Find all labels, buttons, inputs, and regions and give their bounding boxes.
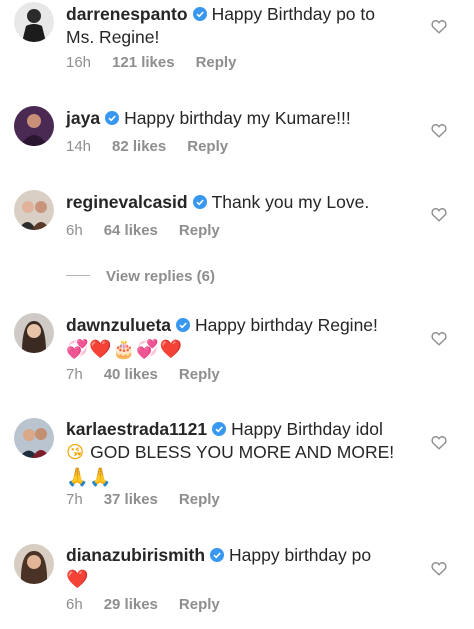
reply-button[interactable]: Reply — [187, 138, 228, 155]
likes-count[interactable]: 121 likes — [112, 54, 175, 71]
comment-meta: 7h 37 likes Reply — [66, 491, 241, 508]
comment-meta: 6h 29 likes Reply — [66, 596, 241, 613]
username-link[interactable]: dianazubirismith — [66, 545, 205, 565]
heart-outline-icon[interactable] — [431, 207, 447, 222]
emoji: 💞 — [66, 339, 89, 360]
username-link[interactable]: reginevalcasid — [66, 192, 188, 212]
comment-body: Happy Birthday po to — [211, 4, 375, 24]
comment-meta: 14h 82 likes Reply — [66, 138, 249, 155]
verified-badge-icon — [192, 7, 207, 21]
emoji: 😘 — [66, 443, 85, 463]
verified-badge-icon — [176, 318, 191, 332]
likes-count[interactable]: 37 likes — [104, 491, 158, 508]
heart-outline-icon[interactable] — [431, 123, 447, 138]
verified-badge-icon — [105, 111, 120, 125]
comment-body: Happy birthday my Kumare!!! — [124, 108, 351, 128]
heart-outline-icon[interactable] — [431, 561, 447, 576]
emoji: ❤️ — [89, 339, 112, 360]
comment-body: Happy birthday Regine! — [195, 315, 378, 335]
comment-text: dawnzulueta Happy birthday Regine! 💞❤️🎂💞❤… — [66, 314, 416, 362]
emoji: 🙏 — [89, 467, 112, 488]
comment-text: darrenespanto Happy Birthday po to Ms. Re… — [66, 3, 416, 49]
divider-line — [66, 275, 90, 276]
verified-badge-icon — [192, 195, 207, 209]
likes-count[interactable]: 64 likes — [104, 222, 158, 239]
comment-text: reginevalcasid Thank you my Love. — [66, 191, 416, 214]
comment-body: Happy birthday po — [229, 545, 372, 565]
emoji: 🙏 — [66, 467, 89, 488]
comment-time: 14h — [66, 138, 92, 155]
emoji-row: 💞❤️🎂💞❤️ — [66, 337, 416, 362]
emoji: ❤️ — [66, 569, 89, 590]
view-replies-label[interactable]: View replies (6) — [106, 268, 215, 285]
comment-body-line2: Ms. Regine! — [66, 27, 160, 47]
avatar[interactable] — [14, 2, 54, 42]
reply-button[interactable]: Reply — [179, 222, 220, 239]
comment-body-line2: 😘 GOD BLESS YOU MORE AND MORE! — [66, 441, 416, 465]
comment-body: GOD BLESS YOU MORE AND MORE! — [90, 442, 395, 462]
avatar[interactable] — [14, 313, 54, 353]
heart-outline-icon[interactable] — [431, 331, 447, 346]
verified-badge-icon — [210, 548, 225, 562]
comment-meta: 6h 64 likes Reply — [66, 222, 241, 239]
emoji: ❤️ — [159, 339, 183, 360]
username-link[interactable]: darrenespanto — [66, 4, 188, 24]
username-link[interactable]: jaya — [66, 108, 100, 128]
comment-text: jaya Happy birthday my Kumare!!! — [66, 107, 416, 130]
username-link[interactable]: dawnzulueta — [66, 315, 171, 335]
heart-outline-icon[interactable] — [431, 435, 447, 450]
comment-text: karlaestrada1121 Happy Birthday idol 😘 GO… — [66, 418, 416, 490]
avatar[interactable] — [14, 190, 54, 230]
reply-button[interactable]: Reply — [179, 491, 220, 508]
heart-outline-icon[interactable] — [431, 19, 447, 34]
avatar[interactable] — [14, 106, 54, 146]
likes-count[interactable]: 29 likes — [104, 596, 158, 613]
comment-body: Happy Birthday idol — [231, 419, 383, 439]
avatar[interactable] — [14, 544, 54, 584]
comment-meta: 16h 121 likes Reply — [66, 54, 257, 71]
reply-button[interactable]: Reply — [179, 596, 220, 613]
likes-count[interactable]: 82 likes — [112, 138, 166, 155]
username-link[interactable]: karlaestrada1121 — [66, 419, 207, 439]
emoji-row: ❤️ — [66, 567, 416, 592]
comment-time: 7h — [66, 366, 83, 383]
comment-time: 16h — [66, 54, 92, 71]
likes-count[interactable]: 40 likes — [104, 366, 158, 383]
view-replies-button[interactable]: View replies (6) — [66, 268, 215, 285]
emoji-row: 🙏🙏 — [66, 465, 416, 490]
comment-body: Thank you my Love. — [211, 192, 370, 212]
verified-badge-icon — [212, 422, 227, 436]
avatar[interactable] — [14, 418, 54, 458]
emoji: 🎂 — [112, 339, 136, 360]
reply-button[interactable]: Reply — [179, 366, 220, 383]
comment-text: dianazubirismith Happy birthday po ❤️ — [66, 544, 416, 592]
comment-time: 6h — [66, 596, 83, 613]
comment-time: 7h — [66, 491, 83, 508]
comment-time: 6h — [66, 222, 83, 239]
reply-button[interactable]: Reply — [196, 54, 237, 71]
comment-meta: 7h 40 likes Reply — [66, 366, 241, 383]
emoji: 💞 — [136, 339, 159, 360]
